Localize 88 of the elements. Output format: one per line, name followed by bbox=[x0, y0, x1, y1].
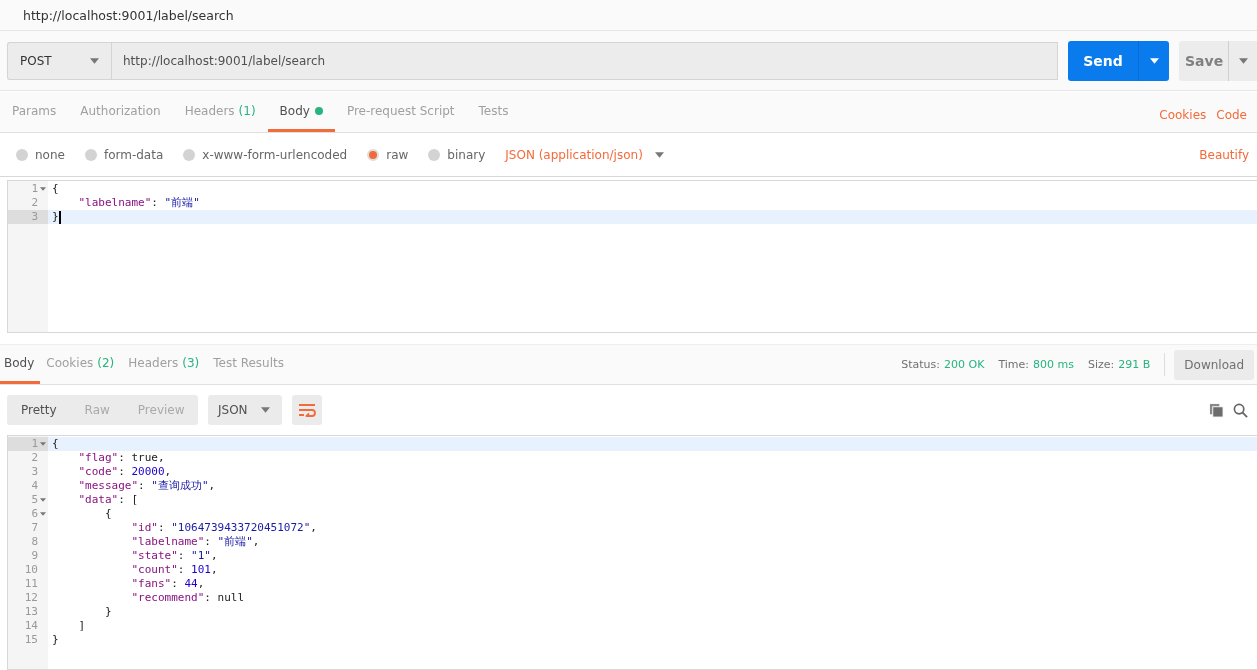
line-number: 1 bbox=[31, 182, 38, 196]
content-type-dropdown[interactable]: JSON (application/json) bbox=[505, 147, 664, 162]
line-number: 2 bbox=[31, 451, 38, 465]
line-number: 2 bbox=[31, 196, 38, 210]
link[interactable]: Code bbox=[1216, 108, 1247, 122]
fold-icon bbox=[40, 442, 46, 446]
code-text: "recommend": null bbox=[130, 591, 245, 605]
line-number: 10 bbox=[24, 563, 38, 577]
code-text: } bbox=[103, 605, 112, 619]
view-mode-button[interactable]: Raw bbox=[70, 395, 124, 425]
method-dropdown[interactable]: POST bbox=[7, 41, 111, 80]
tab[interactable]: Headers (3) bbox=[122, 345, 208, 384]
view-mode-button[interactable]: Pretty bbox=[7, 395, 71, 425]
tab[interactable]: Body bbox=[267, 92, 335, 132]
code-text: "labelname": "前端" bbox=[77, 196, 200, 210]
link[interactable]: Cookies bbox=[1159, 108, 1207, 122]
radio-option[interactable]: raw bbox=[367, 147, 409, 162]
url-field[interactable]: http://localhost:9001/label/search bbox=[111, 41, 1058, 80]
code-text: ] bbox=[77, 619, 86, 633]
line-number: 3 bbox=[31, 465, 38, 479]
text-cursor bbox=[58, 210, 61, 224]
line-number: 6 bbox=[31, 507, 38, 521]
radio-option[interactable]: x-www-form-urlencoded bbox=[183, 147, 348, 162]
wrap-button[interactable] bbox=[292, 395, 322, 425]
download-button[interactable]: Download bbox=[1174, 349, 1254, 380]
status-value: 200 OK bbox=[944, 358, 985, 371]
format-dropdown[interactable]: JSON bbox=[208, 395, 282, 425]
line-number: 14 bbox=[24, 619, 38, 633]
radio-option[interactable]: form-data bbox=[84, 147, 164, 162]
line-number: 13 bbox=[24, 605, 38, 619]
fold-icon bbox=[40, 512, 46, 516]
code-text: "count": 101, bbox=[130, 563, 218, 577]
status-label: Status: bbox=[901, 358, 941, 371]
line-number: 12 bbox=[24, 591, 38, 605]
status-value: 291 B bbox=[1118, 358, 1151, 371]
radio-option[interactable]: none bbox=[16, 147, 65, 162]
send-options-button[interactable] bbox=[1139, 40, 1169, 81]
line-number: 3 bbox=[31, 210, 38, 224]
code-text: { bbox=[52, 437, 59, 451]
code-text: "fans": 44, bbox=[130, 577, 205, 591]
line-number: 9 bbox=[31, 549, 38, 563]
caret-icon bbox=[1238, 57, 1248, 64]
tab[interactable]: Pre-request Script bbox=[334, 92, 467, 132]
line-number: 1 bbox=[31, 437, 38, 451]
code-text: "labelname": "前端", bbox=[130, 535, 260, 549]
tab[interactable]: Body bbox=[0, 345, 41, 384]
tab[interactable]: Authorization bbox=[68, 92, 173, 132]
line-number: 5 bbox=[31, 493, 38, 507]
tab[interactable]: Test Results bbox=[207, 345, 292, 384]
line-number: 11 bbox=[24, 577, 38, 591]
code-text: "state": "1", bbox=[130, 549, 218, 563]
code-text: { bbox=[103, 507, 112, 521]
tab[interactable]: Cookies (2) bbox=[40, 345, 123, 384]
radio-option[interactable]: binary bbox=[428, 147, 486, 162]
line-number: 4 bbox=[31, 479, 38, 493]
line-number: 8 bbox=[31, 535, 38, 549]
tab[interactable]: Params bbox=[0, 92, 69, 132]
status-label: Time: bbox=[998, 358, 1030, 371]
fold-icon bbox=[40, 187, 46, 191]
line-number: 15 bbox=[24, 633, 38, 647]
code-text: { bbox=[52, 182, 59, 196]
status-value: 800 ms bbox=[1033, 358, 1074, 371]
status-dot bbox=[314, 106, 323, 115]
send-button[interactable]: Send bbox=[1068, 40, 1139, 81]
copy-icon[interactable] bbox=[1209, 402, 1224, 418]
wrap-icon bbox=[298, 403, 316, 417]
code-text: "data": [ bbox=[77, 493, 139, 507]
caret-icon bbox=[90, 57, 99, 64]
tab[interactable]: Headers (1) bbox=[172, 92, 268, 132]
save-button[interactable]: Save bbox=[1179, 40, 1229, 81]
status-label: Size: bbox=[1088, 358, 1115, 371]
caret-icon bbox=[1149, 57, 1159, 64]
line-number: 7 bbox=[31, 521, 38, 535]
fold-icon bbox=[40, 498, 46, 502]
code-text: } bbox=[52, 633, 59, 647]
code-text: } bbox=[52, 210, 59, 224]
beautify-link[interactable]: Beautify bbox=[1199, 147, 1249, 162]
search-icon[interactable] bbox=[1233, 402, 1248, 418]
code-text: "code": 20000, bbox=[77, 465, 172, 479]
tab[interactable]: Tests bbox=[466, 92, 521, 132]
caret-icon bbox=[261, 407, 270, 413]
code-text: "flag": true, bbox=[77, 451, 165, 465]
view-mode-button[interactable]: Preview bbox=[123, 395, 199, 425]
code-text: "id": "1064739433720451072", bbox=[130, 521, 317, 535]
window-title: http://localhost:9001/label/search bbox=[23, 7, 234, 23]
save-options-button[interactable] bbox=[1229, 40, 1257, 81]
code-text: "message": "查询成功", bbox=[77, 479, 216, 493]
caret-icon bbox=[654, 151, 664, 158]
